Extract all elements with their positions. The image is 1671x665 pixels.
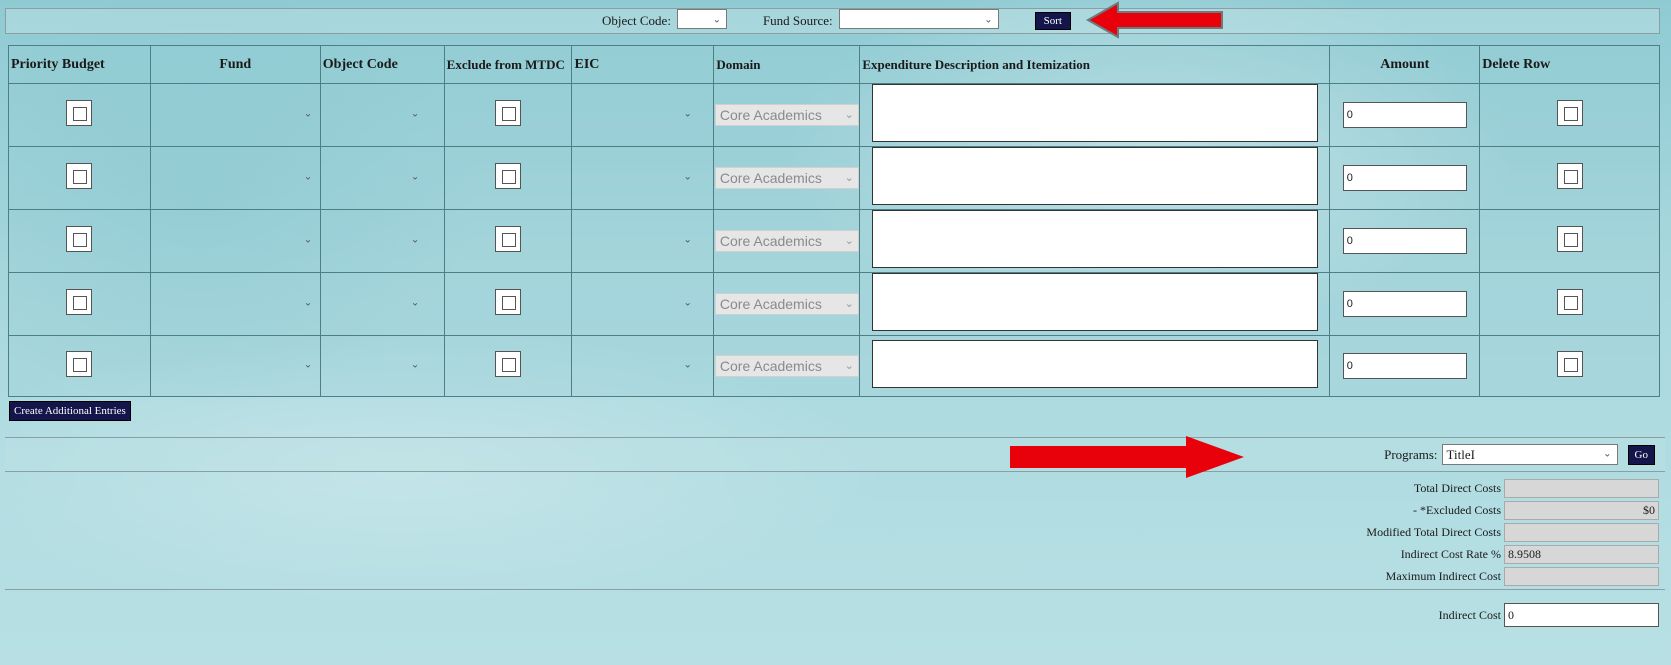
indirect-cost-rate-label: Indirect Cost Rate % xyxy=(1400,547,1501,561)
col-header-object-code: Object Code xyxy=(319,45,445,84)
col-header-exclude-mtdc: Exclude from MTDC xyxy=(443,45,573,84)
fund-select[interactable]: ⌄ xyxy=(152,165,318,191)
programs-bar: Programs: TitleI ⌄ Go xyxy=(5,437,1665,472)
delete-row-checkbox[interactable] xyxy=(1556,226,1583,252)
description-textarea[interactable] xyxy=(871,210,1318,268)
delete-row-checkbox[interactable] xyxy=(1556,289,1583,315)
object-code-filter-label: Object Code: xyxy=(601,13,671,28)
eic-select[interactable]: ⌄ xyxy=(588,353,698,379)
priority-budget-checkbox[interactable] xyxy=(66,226,93,252)
table-row: ⌄ ⌄ ⌄ Core Academics ⌄ 0 xyxy=(8,272,1660,336)
fund-source-filter-label: Fund Source: xyxy=(762,13,833,28)
description-textarea[interactable] xyxy=(871,84,1318,142)
amount-input[interactable]: 0 xyxy=(1342,291,1467,317)
table-row: ⌄ ⌄ ⌄ Core Academics ⌄ 0 xyxy=(8,209,1660,273)
sort-button[interactable]: Sort xyxy=(1034,12,1071,30)
sort-bar: Object Code: ⌄ Fund Source: ⌄ Sort xyxy=(5,8,1660,34)
maximum-indirect-cost-label: Maximum Indirect Cost xyxy=(1385,569,1501,583)
priority-budget-checkbox[interactable] xyxy=(66,289,93,315)
object-code-select[interactable]: ⌄ xyxy=(339,228,425,254)
indirect-cost-label: Indirect Cost xyxy=(1438,607,1501,622)
exclude-mtdc-checkbox[interactable] xyxy=(495,226,522,252)
amount-input[interactable]: 0 xyxy=(1342,353,1467,379)
modified-total-direct-costs-value xyxy=(1504,523,1659,542)
cost-summary: Total Direct Costs - *Excluded Costs $0 … xyxy=(5,474,1665,590)
total-direct-costs-label: Total Direct Costs xyxy=(1413,481,1501,495)
domain-select: Core Academics ⌄ xyxy=(714,104,859,126)
col-header-description: Expenditure Description and Itemization xyxy=(859,45,1331,84)
budget-grid: Priority Budget Fund Object Code Exclude… xyxy=(8,45,1660,397)
amount-input[interactable]: 0 xyxy=(1342,228,1467,254)
chevron-down-icon: ⌄ xyxy=(844,359,854,372)
exclude-mtdc-checkbox[interactable] xyxy=(495,163,522,189)
excluded-costs-label: - *Excluded Costs xyxy=(1413,503,1501,517)
domain-select: Core Academics ⌄ xyxy=(714,293,859,315)
object-code-select[interactable]: ⌄ xyxy=(339,353,425,379)
excluded-costs-value: $0 xyxy=(1504,501,1659,520)
object-code-select[interactable]: ⌄ xyxy=(339,102,425,128)
description-textarea[interactable] xyxy=(871,147,1318,205)
indirect-cost-section: Indirect Cost 0 xyxy=(5,595,1665,665)
exclude-mtdc-checkbox[interactable] xyxy=(495,351,522,377)
amount-input[interactable]: 0 xyxy=(1342,165,1467,191)
description-textarea[interactable] xyxy=(871,340,1318,388)
col-header-eic: EIC xyxy=(571,45,715,84)
priority-budget-checkbox[interactable] xyxy=(66,163,93,189)
chevron-down-icon: ⌄ xyxy=(844,171,854,184)
fund-select[interactable]: ⌄ xyxy=(152,102,318,128)
amount-input[interactable]: 0 xyxy=(1342,102,1467,128)
col-header-delete-row: Delete Row xyxy=(1479,45,1660,84)
programs-select[interactable]: TitleI ⌄ xyxy=(1441,444,1618,465)
exclude-mtdc-checkbox[interactable] xyxy=(495,100,522,126)
maximum-indirect-cost-value xyxy=(1504,567,1659,586)
modified-total-direct-costs-label: Modified Total Direct Costs xyxy=(1366,525,1501,539)
col-header-amount: Amount xyxy=(1329,45,1481,84)
table-row: ⌄ ⌄ ⌄ Core Academics ⌄ 0 xyxy=(8,335,1660,397)
object-code-select[interactable]: ⌄ xyxy=(339,165,425,191)
delete-row-checkbox[interactable] xyxy=(1556,351,1583,377)
domain-select: Core Academics ⌄ xyxy=(714,167,859,189)
chevron-down-icon: ⌄ xyxy=(844,108,854,121)
priority-budget-checkbox[interactable] xyxy=(66,100,93,126)
col-header-domain: Domain xyxy=(713,45,861,84)
description-textarea[interactable] xyxy=(871,273,1318,331)
programs-label: Programs: xyxy=(1384,446,1438,462)
eic-select[interactable]: ⌄ xyxy=(588,102,698,128)
domain-select: Core Academics ⌄ xyxy=(714,230,859,252)
col-header-fund: Fund xyxy=(149,45,321,84)
table-row: ⌄ ⌄ ⌄ Core Academics ⌄ 0 xyxy=(8,146,1660,210)
chevron-down-icon: ⌄ xyxy=(844,234,854,247)
indirect-cost-rate-value: 8.9508 xyxy=(1504,545,1659,564)
total-direct-costs-value xyxy=(1504,479,1659,498)
fund-select[interactable]: ⌄ xyxy=(152,228,318,254)
create-additional-entries-button[interactable]: Create Additional Entries xyxy=(9,401,131,421)
object-code-filter-select[interactable]: ⌄ xyxy=(676,9,727,33)
col-header-priority-budget: Priority Budget xyxy=(8,45,151,84)
chevron-down-icon: ⌄ xyxy=(844,297,854,310)
delete-row-checkbox[interactable] xyxy=(1556,100,1583,126)
eic-select[interactable]: ⌄ xyxy=(588,165,698,191)
eic-select[interactable]: ⌄ xyxy=(588,291,698,317)
domain-select: Core Academics ⌄ xyxy=(714,355,859,377)
delete-row-checkbox[interactable] xyxy=(1556,163,1583,189)
exclude-mtdc-checkbox[interactable] xyxy=(495,289,522,315)
red-arrow-icon xyxy=(1010,436,1244,478)
object-code-select[interactable]: ⌄ xyxy=(339,291,425,317)
fund-source-filter-select[interactable]: ⌄ xyxy=(838,9,999,33)
fund-select[interactable]: ⌄ xyxy=(152,353,318,379)
red-arrow-icon xyxy=(1085,1,1223,39)
go-button[interactable]: Go xyxy=(1627,444,1655,465)
indirect-cost-input[interactable]: 0 xyxy=(1504,603,1659,627)
eic-select[interactable]: ⌄ xyxy=(588,228,698,254)
table-row: ⌄ ⌄ ⌄ Core Academics ⌄ 0 xyxy=(8,83,1660,147)
priority-budget-checkbox[interactable] xyxy=(66,351,93,377)
fund-select[interactable]: ⌄ xyxy=(152,291,318,317)
